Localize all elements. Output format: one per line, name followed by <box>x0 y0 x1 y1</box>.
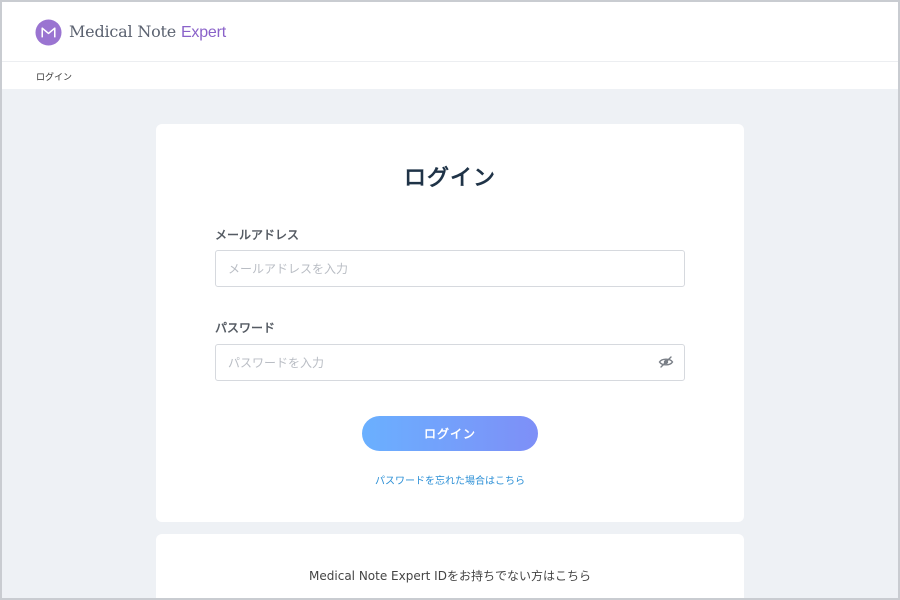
register-link[interactable]: Medical Note Expert IDをお持ちでない方はこちら <box>0 567 900 584</box>
logo-accent: Expert <box>180 24 226 41</box>
email-label: メールアドレス <box>215 228 300 242</box>
site-header: Medical Note Expert <box>2 2 898 62</box>
login-button[interactable]: ログイン <box>362 416 538 451</box>
password-field[interactable] <box>215 344 685 381</box>
breadcrumb-bar: ログイン <box>2 62 898 89</box>
password-label: パスワード <box>215 321 276 335</box>
email-field[interactable] <box>215 250 685 287</box>
logo-mark-icon <box>35 18 62 46</box>
logo-name: Medical Note <box>69 22 177 41</box>
eye-slash-icon[interactable] <box>658 355 674 369</box>
forgot-password-link[interactable]: パスワードを忘れた場合はこちら <box>0 472 900 487</box>
page-title: ログイン <box>403 166 496 191</box>
site-logo[interactable]: Medical Note Expert <box>35 18 226 46</box>
logo-text: Medical Note Expert <box>69 22 226 42</box>
breadcrumb-current: ログイン <box>36 73 73 83</box>
